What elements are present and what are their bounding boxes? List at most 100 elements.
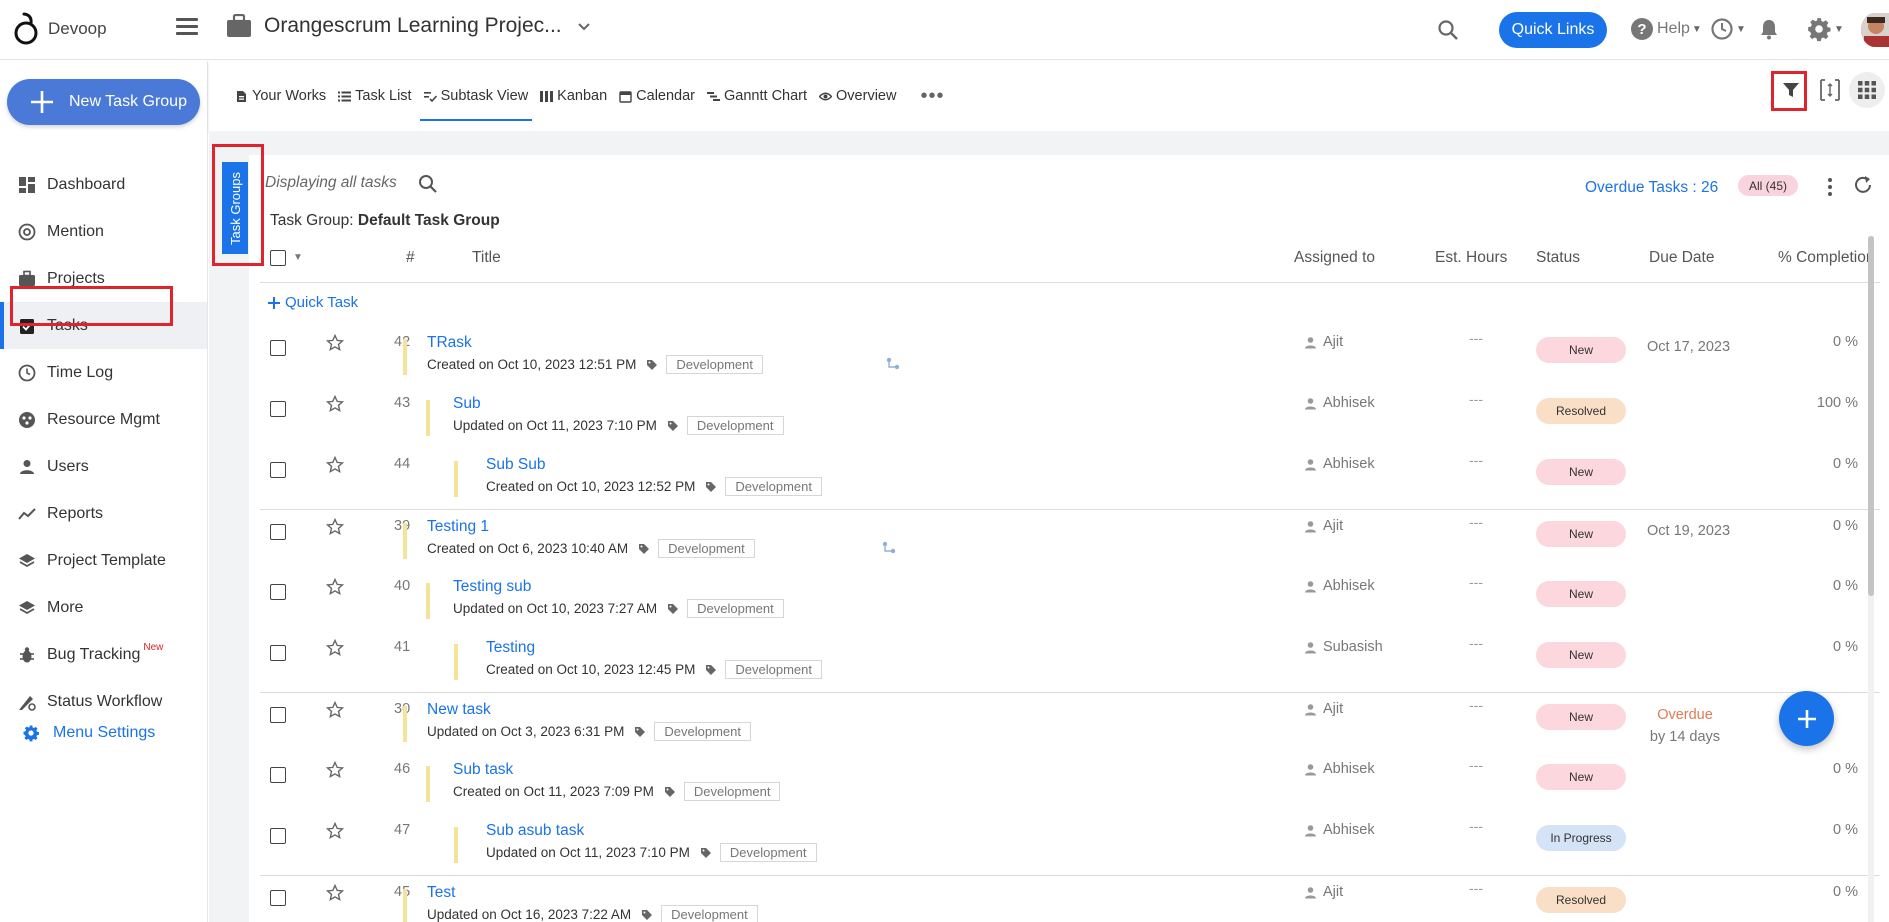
- row-checkbox[interactable]: [270, 890, 286, 906]
- table-row[interactable]: 46 Sub task Created on Oct 11, 2023 7:09 P…: [260, 753, 1880, 814]
- table-row[interactable]: 45TestUpdated on Oct 16, 2023 7:22 AMDev…: [260, 875, 1880, 922]
- table-scrollbar-thumb[interactable]: [1868, 236, 1874, 596]
- star-icon[interactable]: [326, 578, 344, 596]
- brand[interactable]: Devoop: [12, 11, 107, 47]
- task-groups-toggle[interactable]: Task Groups: [222, 162, 248, 254]
- table-row[interactable]: 42TRaskCreated on Oct 10, 2023 12:51 PMD…: [260, 326, 1880, 387]
- task-title-link[interactable]: Testing sub: [453, 578, 531, 596]
- sidebar-item-status-workflow[interactable]: Status Workflow: [0, 678, 207, 725]
- more-tabs-dots-icon[interactable]: •••: [920, 85, 944, 108]
- star-icon[interactable]: [326, 701, 344, 719]
- task-title-link[interactable]: Sub task: [453, 761, 513, 779]
- task-assignee[interactable]: Ajit: [1304, 884, 1343, 900]
- status-badge[interactable]: In Progress: [1536, 825, 1626, 851]
- task-title-link[interactable]: Testing 1: [427, 518, 489, 536]
- select-all-checkbox[interactable]: [270, 250, 286, 266]
- expand-icon[interactable]: [1816, 76, 1844, 104]
- sidebar-item-dashboard[interactable]: Dashboard: [0, 161, 207, 208]
- task-est-hours[interactable]: ---: [1469, 697, 1483, 713]
- sidebar-item-more[interactable]: More: [0, 584, 207, 631]
- column-header-est-hours[interactable]: Est. Hours: [1435, 249, 1507, 267]
- row-checkbox[interactable]: [270, 584, 286, 600]
- task-tag[interactable]: Development: [687, 599, 784, 618]
- subtask-tree-icon[interactable]: [886, 357, 901, 371]
- new-task-group-button[interactable]: New Task Group: [7, 79, 200, 125]
- menu-settings-link[interactable]: Menu Settings: [22, 724, 155, 742]
- task-est-hours[interactable]: ---: [1469, 574, 1483, 590]
- timer-menu[interactable]: ▼: [1710, 17, 1746, 41]
- task-assignee[interactable]: Ajit: [1304, 334, 1343, 350]
- task-assignee[interactable]: Subasish: [1304, 639, 1383, 655]
- task-title-link[interactable]: New task: [427, 701, 491, 719]
- table-row[interactable]: 30New taskUpdated on Oct 3, 2023 6:31 PM…: [260, 692, 1880, 753]
- task-due-date[interactable]: Oct 17, 2023: [1647, 339, 1730, 355]
- task-tag[interactable]: Development: [654, 722, 751, 741]
- star-icon[interactable]: [326, 518, 344, 536]
- task-tag[interactable]: Development: [725, 660, 822, 679]
- status-badge[interactable]: New: [1536, 337, 1626, 363]
- refresh-icon[interactable]: [1852, 174, 1874, 196]
- add-task-fab[interactable]: [1779, 691, 1834, 746]
- task-est-hours[interactable]: ---: [1469, 514, 1483, 530]
- task-est-hours[interactable]: ---: [1469, 818, 1483, 834]
- task-est-hours[interactable]: ---: [1469, 391, 1483, 407]
- status-badge[interactable]: New: [1536, 459, 1626, 485]
- task-tag[interactable]: Development: [683, 782, 781, 801]
- kebab-menu-icon[interactable]: [1824, 176, 1836, 198]
- user-avatar[interactable]: [1861, 13, 1889, 47]
- task-est-hours[interactable]: ---: [1469, 880, 1483, 896]
- star-icon[interactable]: [326, 884, 344, 902]
- search-icon[interactable]: [1436, 18, 1460, 42]
- row-checkbox[interactable]: [270, 462, 286, 478]
- task-title-link[interactable]: Test: [427, 884, 455, 902]
- row-checkbox[interactable]: [270, 707, 286, 723]
- tab-overview[interactable]: Overview: [819, 82, 896, 110]
- sidebar-item-resource-mgmt[interactable]: Resource Mgmt: [0, 396, 207, 443]
- table-row[interactable]: 40 Testing sub Updated on Oct 10, 2023 7:2…: [260, 570, 1880, 631]
- task-title-link[interactable]: Sub asub task: [486, 822, 584, 840]
- sidebar-item-bug-tracking[interactable]: Bug Tracking New: [0, 631, 207, 678]
- status-badge[interactable]: New: [1536, 521, 1626, 547]
- sidebar-item-tasks[interactable]: Tasks: [0, 302, 207, 349]
- table-row[interactable]: 39Testing 1Created on Oct 6, 2023 10:40 …: [260, 509, 1880, 570]
- overdue-tasks-link[interactable]: Overdue Tasks : 26: [1585, 179, 1718, 197]
- caret-down-icon[interactable]: ▼: [293, 252, 303, 263]
- table-row[interactable]: 44 Sub Sub Created on Oct 10, 2023 12:52 P…: [260, 448, 1880, 509]
- hamburger-menu-icon[interactable]: [176, 18, 198, 40]
- star-icon[interactable]: [326, 639, 344, 657]
- column-header-completion[interactable]: % Completion: [1778, 249, 1875, 267]
- task-tag[interactable]: Development: [661, 905, 758, 922]
- settings-menu[interactable]: ▼: [1806, 16, 1844, 42]
- column-header-status[interactable]: Status: [1536, 249, 1580, 267]
- star-icon[interactable]: [326, 761, 344, 779]
- row-checkbox[interactable]: [270, 340, 286, 356]
- sidebar-item-mention[interactable]: Mention: [0, 208, 207, 255]
- tab-your-works[interactable]: Your Works: [235, 82, 326, 110]
- sidebar-item-users[interactable]: Users: [0, 443, 207, 490]
- row-checkbox[interactable]: [270, 828, 286, 844]
- all-tasks-badge[interactable]: All (45): [1738, 175, 1799, 196]
- filter-button[interactable]: [1777, 76, 1805, 104]
- status-badge[interactable]: New: [1536, 642, 1626, 668]
- task-est-hours[interactable]: ---: [1469, 452, 1483, 468]
- task-title-link[interactable]: Sub Sub: [486, 456, 545, 474]
- task-title-link[interactable]: Sub: [453, 395, 481, 413]
- status-badge[interactable]: New: [1536, 764, 1626, 790]
- column-header-due-date[interactable]: Due Date: [1649, 249, 1714, 267]
- task-est-hours[interactable]: ---: [1469, 635, 1483, 651]
- task-tag[interactable]: Development: [658, 539, 755, 558]
- task-title-link[interactable]: Testing: [486, 639, 535, 657]
- tab-subtask-view[interactable]: Subtask View: [419, 82, 532, 121]
- task-est-hours[interactable]: ---: [1469, 757, 1483, 773]
- tab-task-list[interactable]: Task List: [338, 82, 412, 110]
- table-row[interactable]: 43 Sub Updated on Oct 11, 2023 7:10 PM Deve…: [260, 387, 1880, 448]
- task-due-date[interactable]: Oct 19, 2023: [1647, 523, 1730, 539]
- star-icon[interactable]: [326, 822, 344, 840]
- row-checkbox[interactable]: [270, 524, 286, 540]
- sidebar-item-projects[interactable]: Projects: [0, 255, 207, 302]
- sidebar-item-time-log[interactable]: Time Log: [0, 349, 207, 396]
- project-switcher[interactable]: Orangescrum Learning Projec...: [226, 14, 592, 38]
- star-icon[interactable]: [326, 334, 344, 352]
- sidebar-item-reports[interactable]: Reports: [0, 490, 207, 537]
- row-checkbox[interactable]: [270, 767, 286, 783]
